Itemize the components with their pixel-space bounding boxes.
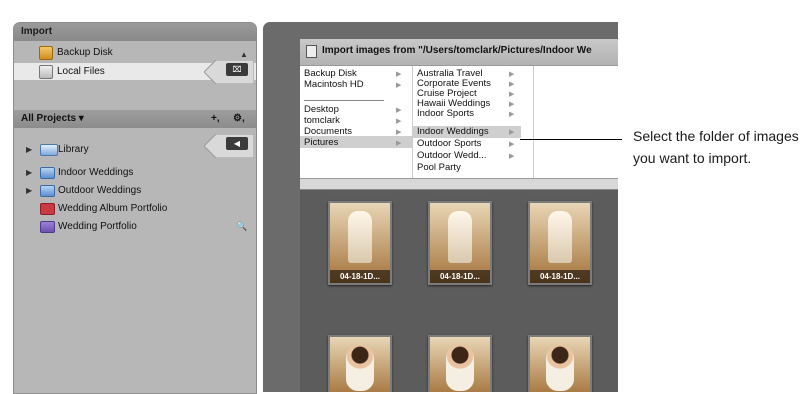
browser-item[interactable]: Macintosh HD — [304, 79, 364, 90]
folder-column[interactable]: Australia Travel ▶ Corporate Events ▶ Cr… — [413, 66, 534, 178]
library-icon — [40, 144, 58, 156]
portfolio-icon — [40, 221, 55, 233]
callout-text: Select the folder of images you want to … — [633, 128, 799, 166]
projects-header: All Projects ▾ +, ⚙, — [14, 110, 256, 128]
person-photo — [446, 345, 474, 391]
chevron-right-icon: ▶ — [509, 153, 515, 160]
disclosure-triangle-icon[interactable]: ▶ — [26, 181, 32, 200]
browser-item[interactable]: tomclark — [304, 115, 340, 126]
person-photo — [346, 345, 374, 391]
import-path-bar: Import images from "/Users/tomclark/Pict… — [300, 39, 618, 63]
source-label: Local Files — [57, 66, 105, 77]
chevron-right-icon: ▶ — [396, 82, 402, 89]
thumbnail-image[interactable] — [428, 335, 492, 392]
project-row-wedding-album-portfolio[interactable]: Wedding Album Portfolio — [14, 199, 256, 218]
local-files-pointer: ⌧ — [203, 59, 255, 85]
chevron-right-icon: ▶ — [509, 141, 515, 148]
chevron-right-icon: ▶ — [509, 129, 515, 136]
horizontal-scrollbar[interactable] — [300, 179, 618, 190]
thumbnail-image[interactable] — [328, 335, 392, 392]
column-browser[interactable]: Backup Disk ▶ Macintosh HD ▶ Desktop ▶ t… — [300, 65, 618, 179]
add-project-button[interactable]: +, — [211, 110, 220, 128]
library-pointer: ◀ — [203, 133, 255, 159]
dress-photo — [348, 211, 372, 263]
person-photo — [546, 345, 574, 391]
chevron-right-icon: ▶ — [396, 129, 402, 136]
thumbnail-caption: 04-18-1D... — [430, 270, 490, 283]
project-label: Wedding Album Portfolio — [58, 203, 168, 214]
project-label: Library — [58, 144, 89, 155]
folder-icon — [40, 167, 55, 179]
browser-item[interactable]: Outdoor Sports — [417, 138, 481, 149]
browser-item[interactable]: Pictures — [304, 137, 338, 148]
thumbnail-image[interactable] — [528, 335, 592, 392]
chevron-right-icon: ▶ — [396, 118, 402, 125]
chevron-right-icon: ▶ — [509, 71, 515, 78]
import-browser: Import images from "/Users/tomclark/Pict… — [300, 39, 618, 392]
delete-key-icon: ⌧ — [226, 63, 248, 76]
project-label: Indoor Weddings — [58, 167, 134, 178]
album-icon — [40, 203, 55, 215]
files-icon — [39, 65, 53, 79]
source-label: Backup Disk — [57, 47, 113, 58]
gear-icon[interactable]: ⚙, — [233, 110, 245, 128]
back-key-icon: ◀ — [226, 137, 248, 150]
source-column[interactable]: Backup Disk ▶ Macintosh HD ▶ Desktop ▶ t… — [300, 66, 413, 178]
chevron-right-icon: ▶ — [509, 91, 515, 98]
thumbnail-grid: 04-18-1D... 04-18-1D... 04-18-1D... — [300, 190, 618, 392]
project-label: Wedding Portfolio — [58, 221, 137, 232]
import-path-label: Import images from "/Users/tomclark/Pict… — [322, 45, 592, 56]
disk-icon — [39, 46, 53, 60]
divider — [304, 100, 384, 101]
thumbnail-caption: 04-18-1D... — [530, 270, 590, 283]
thumbnail-image[interactable]: 04-18-1D... — [328, 201, 392, 285]
smart-search-icon[interactable]: 🔍 — [236, 217, 247, 236]
project-row-outdoor-weddings[interactable]: ▶ Outdoor Weddings — [14, 181, 256, 200]
projects-title[interactable]: All Projects ▾ — [21, 110, 84, 128]
import-browser-panel: Import images from "/Users/tomclark/Pict… — [263, 22, 618, 392]
project-label: Outdoor Weddings — [58, 185, 142, 196]
browser-item[interactable]: Indoor Weddings — [417, 126, 489, 137]
chevron-right-icon: ▶ — [509, 81, 515, 88]
dress-photo — [548, 211, 572, 263]
dress-photo — [448, 211, 472, 263]
chevron-right-icon: ▶ — [396, 140, 402, 147]
browser-item[interactable]: Documents — [304, 126, 352, 137]
project-row-wedding-portfolio[interactable]: Wedding Portfolio 🔍 — [14, 217, 256, 236]
browser-item[interactable]: Desktop — [304, 104, 339, 115]
browser-item[interactable]: Backup Disk — [304, 68, 357, 79]
thumbnail-image[interactable]: 04-18-1D... — [528, 201, 592, 285]
chevron-right-icon: ▶ — [509, 101, 515, 108]
thumbnail-caption: 04-18-1D... — [330, 270, 390, 283]
chevron-right-icon: ▶ — [396, 107, 402, 114]
folder-path-icon — [306, 45, 317, 58]
chevron-right-icon: ▶ — [396, 71, 402, 78]
callout-leader-line — [520, 139, 622, 140]
browser-item[interactable]: Outdoor Wedd... — [417, 150, 487, 161]
source-backup-disk[interactable]: Backup Disk ▲ — [14, 44, 256, 61]
disclosure-triangle-icon[interactable]: ▶ — [26, 140, 32, 159]
disclosure-triangle-icon[interactable]: ▶ — [26, 163, 32, 182]
browser-item[interactable]: Indoor Sports — [417, 108, 474, 119]
chevron-right-icon: ▶ — [509, 111, 515, 118]
import-header: Import — [14, 23, 256, 41]
folder-icon — [40, 185, 55, 197]
browser-item[interactable]: Pool Party — [417, 162, 461, 173]
thumbnail-image[interactable]: 04-18-1D... — [428, 201, 492, 285]
project-row-indoor-weddings[interactable]: ▶ Indoor Weddings — [14, 163, 256, 182]
